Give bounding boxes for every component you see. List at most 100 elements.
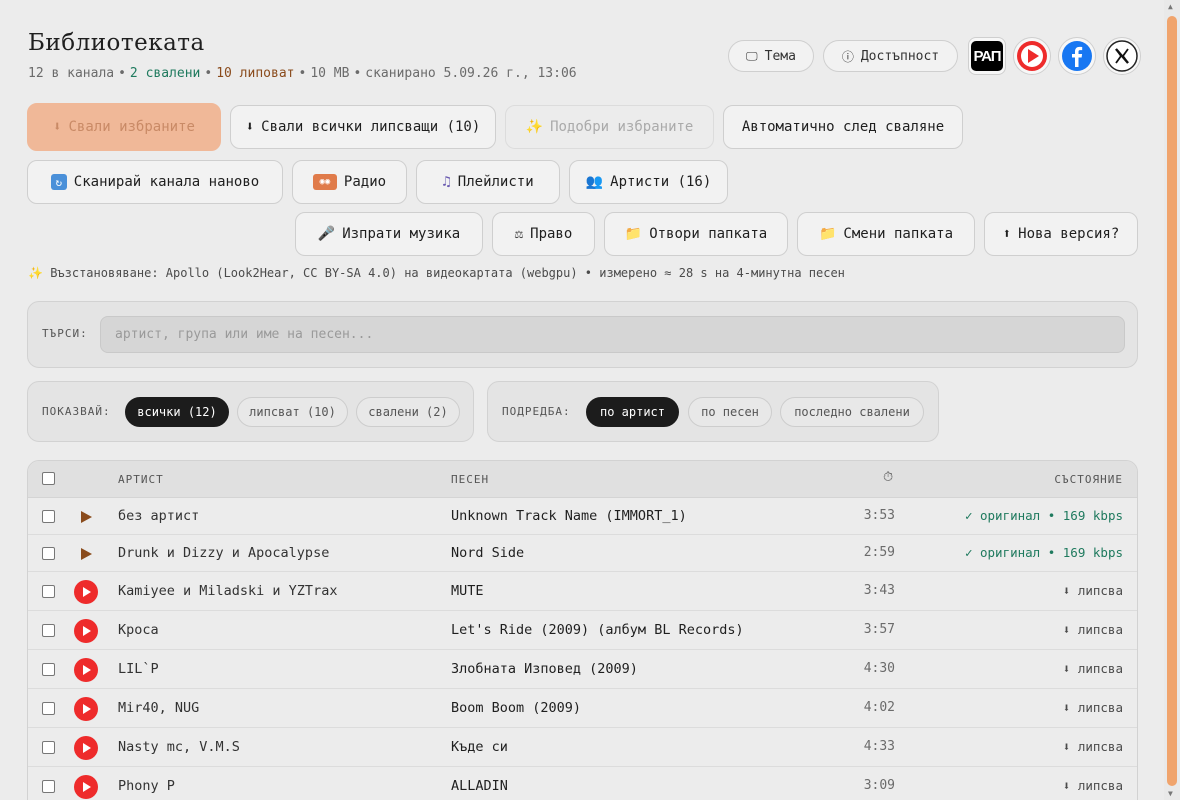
row-status: ⬇ липсва: [1062, 622, 1123, 637]
sparkles-icon: ✨: [525, 119, 544, 135]
sparkles-icon: ✨: [28, 266, 43, 280]
new-version-button[interactable]: ⬆ Нова версия?: [984, 212, 1138, 256]
vertical-scrollbar[interactable]: ▲ ▼: [1164, 0, 1180, 800]
stat-scanned: сканирано 5.09.26 г., 13:06: [365, 66, 577, 81]
row-checkbox[interactable]: [42, 547, 55, 560]
youtube-play-icon[interactable]: [74, 619, 98, 643]
search-panel: ТЪРСИ:: [27, 301, 1138, 368]
accessibility-button[interactable]: ⓘ Достъпност: [823, 40, 958, 72]
refresh-icon: ↻: [50, 174, 67, 190]
scroll-down-icon[interactable]: ▼: [1168, 789, 1173, 798]
scrollbar-thumb[interactable]: [1167, 16, 1177, 786]
show-missing-chip[interactable]: липсват (10): [237, 397, 348, 427]
scales-icon: ⚖: [514, 226, 524, 242]
rescan-channel-button[interactable]: ↻ Сканирай канала наново: [27, 160, 283, 204]
table-row[interactable]: Mir40, NUG Boom Boom (2009) 4:02 ⬇ липсва: [28, 689, 1137, 728]
x-link[interactable]: [1103, 37, 1141, 75]
youtube-play-icon[interactable]: [74, 697, 98, 721]
sort-by-recent-chip[interactable]: последно свалени: [780, 397, 924, 427]
stat-downloaded: 2 свалени: [129, 66, 201, 81]
row-checkbox[interactable]: [42, 585, 55, 598]
row-checkbox[interactable]: [42, 702, 55, 715]
stopwatch-icon: ⏱: [883, 470, 895, 485]
change-folder-button[interactable]: 📁 Смени папката: [797, 212, 975, 256]
accessibility-label: Достъпност: [860, 48, 940, 64]
folder-icon: 📁: [624, 226, 643, 242]
row-checkbox[interactable]: [42, 741, 55, 754]
sort-by-song-chip[interactable]: по песен: [688, 397, 772, 427]
youtube-play-icon[interactable]: [74, 580, 98, 604]
row-checkbox[interactable]: [42, 663, 55, 676]
radio-button[interactable]: ◉◉ Радио: [292, 160, 407, 204]
play-icon[interactable]: [81, 511, 92, 523]
row-artist: Phony P: [118, 778, 175, 794]
info-icon: ⓘ: [841, 49, 854, 64]
law-button[interactable]: ⚖ Право: [492, 212, 595, 256]
stat-channels: 12 в канала: [28, 66, 115, 81]
row-status: ✓ оригинал • 169 kbps: [964, 545, 1123, 560]
table-row[interactable]: Кроса Let's Ride (2009) (албум BL Records…: [28, 611, 1137, 650]
play-icon[interactable]: [81, 548, 92, 560]
sort-by-artist-chip[interactable]: по артист: [586, 397, 679, 427]
row-duration: 4:02: [863, 700, 895, 715]
send-music-button[interactable]: 🎤 Изпрати музика: [295, 212, 483, 256]
row-artist: Kamiyee и Miladski и YZTrax: [118, 583, 338, 599]
row-artist: Drunk и Dizzy и Apocalypse: [118, 545, 330, 561]
table-row[interactable]: без артист Unknown Track Name (IMMORT_1) 3…: [28, 498, 1137, 535]
youtube-play-icon[interactable]: [74, 736, 98, 760]
row-song: Boom Boom (2009): [451, 700, 582, 716]
page-title: Библиотеката: [28, 30, 205, 56]
library-page: Библиотеката 12 в канала • 2 свалени • 10 ли…: [0, 0, 1164, 800]
row-artist: Nasty mc, V.M.S: [118, 739, 240, 755]
playlists-button[interactable]: ♫ Плейлисти: [416, 160, 560, 204]
search-input[interactable]: [100, 316, 1125, 353]
library-stats: 12 в канала • 2 свалени • 10 липоват • 10 MB • с…: [28, 66, 577, 81]
header-status: СЪСТОЯНИЕ: [1054, 473, 1123, 486]
arrow-up-icon: ⬆: [1002, 226, 1012, 242]
row-status: ⬇ липсва: [1062, 778, 1123, 793]
row-status: ⬇ липсва: [1062, 661, 1123, 676]
people-icon: 👥: [585, 174, 604, 190]
restoration-note: ✨ Възстановяване: Apollo (Look2Hear, CC …: [28, 266, 845, 280]
open-folder-button[interactable]: 📁 Отвори папката: [604, 212, 788, 256]
show-all-chip[interactable]: всички (12): [125, 397, 229, 427]
rap-logo-link[interactable]: РАП: [968, 37, 1006, 75]
row-duration: 2:59: [863, 545, 895, 560]
row-checkbox[interactable]: [42, 780, 55, 793]
search-label: ТЪРСИ:: [42, 327, 88, 340]
show-filter-panel: ПОКАЗВАЙ: всички (12) липсват (10) свале…: [27, 381, 474, 442]
download-icon: ⬇: [53, 119, 62, 135]
download-selected-button[interactable]: ⬇ Свали избраните: [27, 103, 221, 151]
microphone-icon: 🎤: [317, 226, 336, 242]
row-song: MUTE: [451, 583, 484, 599]
youtube-play-icon[interactable]: [74, 658, 98, 682]
download-all-missing-button[interactable]: ⬇ Свали всички липсващи (10): [230, 105, 496, 149]
table-row[interactable]: Drunk и Dizzy и Apocalypse Nord Side 2:59 ✓…: [28, 535, 1137, 572]
row-checkbox[interactable]: [42, 624, 55, 637]
youtube-play-icon[interactable]: [74, 775, 98, 799]
row-status: ⬇ липсва: [1062, 739, 1123, 754]
enhance-selected-button[interactable]: ✨ Подобри избраните: [505, 105, 714, 149]
row-checkbox[interactable]: [42, 510, 55, 523]
select-all-checkbox[interactable]: [42, 472, 55, 485]
scroll-up-icon[interactable]: ▲: [1168, 2, 1173, 11]
table-row[interactable]: LIL`P Злобната Изповед (2009) 4:30 ⬇ липсва: [28, 650, 1137, 689]
auto-after-download-button[interactable]: Автоматично след сваляне: [723, 105, 963, 149]
folder-icon: 📁: [818, 226, 837, 242]
sort-label: ПОДРЕДБА:: [502, 405, 571, 418]
youtube-link[interactable]: [1013, 37, 1051, 75]
row-duration: 3:09: [863, 778, 895, 793]
facebook-link[interactable]: [1058, 37, 1096, 75]
table-row[interactable]: Kamiyee и Miladski и YZTrax MUTE 3:43 ⬇ лип…: [28, 572, 1137, 611]
table-row[interactable]: Nasty mc, V.M.S Къде си 4:33 ⬇ липсва: [28, 728, 1137, 767]
row-artist: LIL`P: [118, 661, 159, 677]
row-artist: Кроса: [118, 622, 159, 638]
row-duration: 4:33: [863, 739, 895, 754]
show-downloaded-chip[interactable]: свалени (2): [356, 397, 460, 427]
row-duration: 4:30: [863, 661, 895, 676]
stat-missing: 10 липоват: [216, 66, 295, 81]
table-row[interactable]: Phony P ALLADIN 3:09 ⬇ липсва: [28, 767, 1137, 800]
row-song: Unknown Track Name (IMMORT_1): [451, 508, 687, 524]
theme-button[interactable]: 🖵 Тема: [728, 40, 814, 72]
artists-button[interactable]: 👥 Артисти (16): [569, 160, 728, 204]
